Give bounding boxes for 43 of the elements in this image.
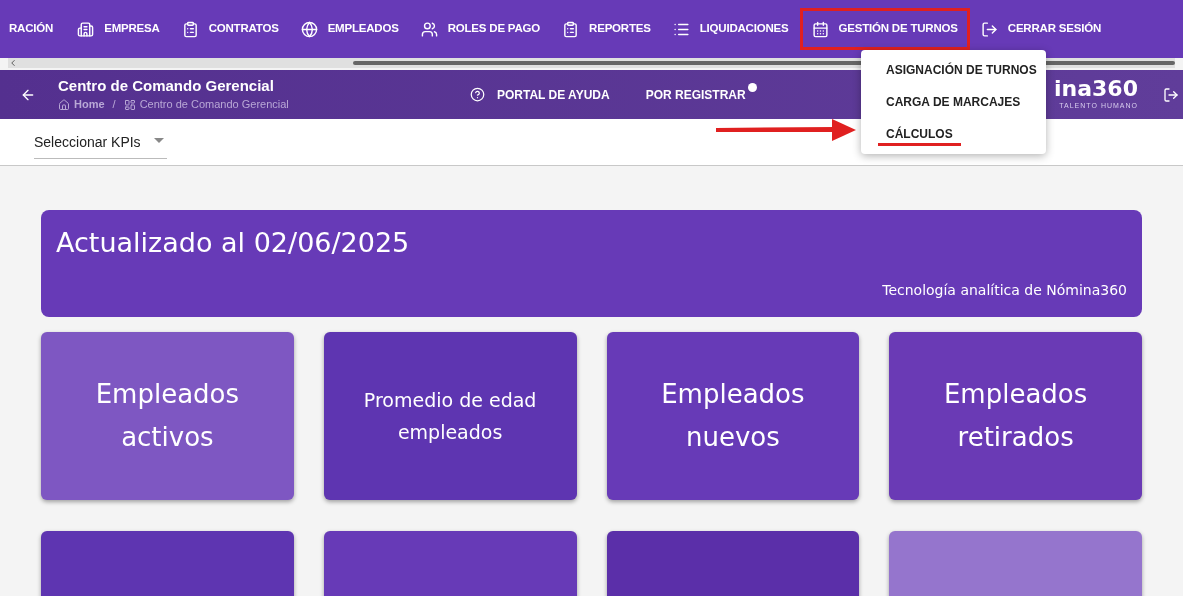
nav-item[interactable]: ROLES DE PAGO	[409, 8, 552, 50]
dropdown-caret-icon	[154, 138, 164, 143]
kpi-card[interactable]: Empleados activos	[41, 332, 294, 500]
menu-item[interactable]: CÁLCULOS	[878, 122, 961, 146]
logout-icon	[980, 20, 998, 38]
card-title: Promedio de edad empleados	[362, 388, 538, 445]
nav-item[interactable]: EMPRESA	[66, 8, 171, 50]
clipboard-icon	[562, 20, 580, 38]
help-portal-button[interactable]: PORTAL DE AYUDA	[470, 85, 610, 104]
logout-icon[interactable]	[1163, 86, 1179, 103]
nav-item[interactable]: CERRAR SESIÓN	[969, 8, 1113, 50]
card-title: Empleados nuevos	[660, 378, 806, 454]
nav-item[interactable]: EMPLEADOS	[289, 8, 410, 50]
pending-button[interactable]: POR REGISTRAR	[645, 85, 757, 104]
users-icon	[420, 20, 438, 38]
banner-title: Actualizado al 02/06/2025	[56, 227, 411, 259]
home-icon	[58, 98, 70, 111]
calendar-icon	[811, 20, 829, 38]
banner-subtitle: Tecnología analítica de Nómina360	[882, 281, 1127, 300]
dashboard-icon	[123, 98, 136, 111]
nav-item[interactable]: GESTIÓN DE TURNOS	[799, 8, 970, 50]
globe-icon	[300, 20, 318, 38]
nav-item[interactable]: LIQUIDACIONES	[661, 8, 800, 50]
breadcrumb-link[interactable]: Home	[74, 96, 105, 113]
menu-item[interactable]: CARGA DE MARCAJES	[886, 93, 1021, 111]
card-title: Empleados activos	[94, 378, 241, 454]
nav-item[interactable]: REPORTES	[551, 8, 662, 50]
logo-text: ina360	[1054, 77, 1138, 102]
kpi-card[interactable]: Promedio de edad empleados	[323, 332, 577, 500]
kpi-select[interactable]: Seleccionar KPIs	[34, 132, 167, 159]
scroll-left-icon[interactable]	[8, 58, 18, 68]
clipboard-icon	[181, 20, 199, 38]
help-icon	[470, 87, 485, 102]
nav-item[interactable]: CONTRATOS	[170, 8, 290, 50]
building-icon	[77, 20, 95, 38]
nav-item[interactable]: RACIÓN	[6, 8, 67, 50]
card-title: Empleados retirados	[942, 378, 1089, 454]
menu-item[interactable]: ASIGNACIÓN DE TURNOS	[886, 61, 1037, 79]
kpi-card[interactable]: Empleados retirados	[889, 332, 1142, 500]
breadcrumb-current: Centro de Comando Gerencial	[139, 97, 289, 113]
page-title: Centro de Comando Gerencial	[58, 76, 275, 97]
kpi-card[interactable]: Empleados nuevos	[606, 332, 860, 500]
breadcrumb-separator: /	[111, 97, 117, 113]
